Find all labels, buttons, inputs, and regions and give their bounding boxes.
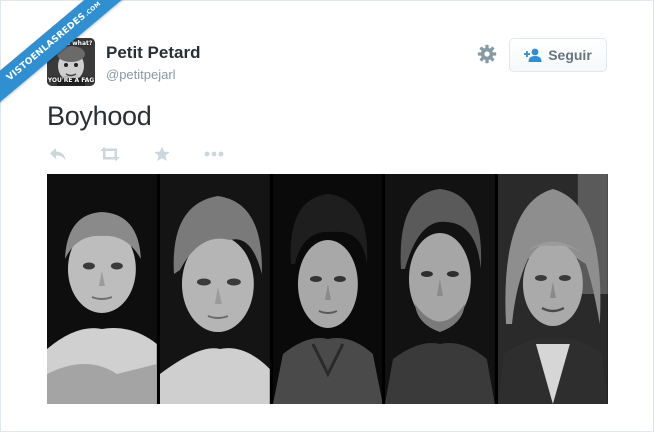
avatar-bottom-text: YOU'RE A FAG: [47, 77, 95, 84]
tweet-card: VISTOENLASREDES .COM Guess what? YOU'RE A…: [0, 0, 654, 432]
gear-icon[interactable]: [477, 44, 497, 64]
photo-panel-boy-young: [47, 174, 157, 404]
photo-panel-teen: [272, 174, 383, 404]
photo-panel-young-man: [385, 174, 496, 404]
tweet-photo[interactable]: [47, 174, 608, 404]
add-user-icon: [524, 48, 542, 62]
retweet-icon[interactable]: [99, 144, 121, 164]
tweet-text: Boyhood: [47, 101, 152, 131]
photo-panel-older-face: [498, 174, 608, 404]
author-name[interactable]: Petit Petard: [106, 43, 200, 63]
more-icon[interactable]: [203, 144, 225, 164]
star-icon[interactable]: [151, 144, 173, 164]
photo-panel-boy: [159, 174, 270, 404]
follow-button[interactable]: Seguir: [509, 38, 607, 72]
watermark-suffix: .COM: [83, 0, 102, 18]
author-handle[interactable]: @petitpejarl: [106, 67, 176, 82]
reply-icon[interactable]: [47, 144, 69, 164]
follow-button-label: Seguir: [548, 47, 592, 63]
